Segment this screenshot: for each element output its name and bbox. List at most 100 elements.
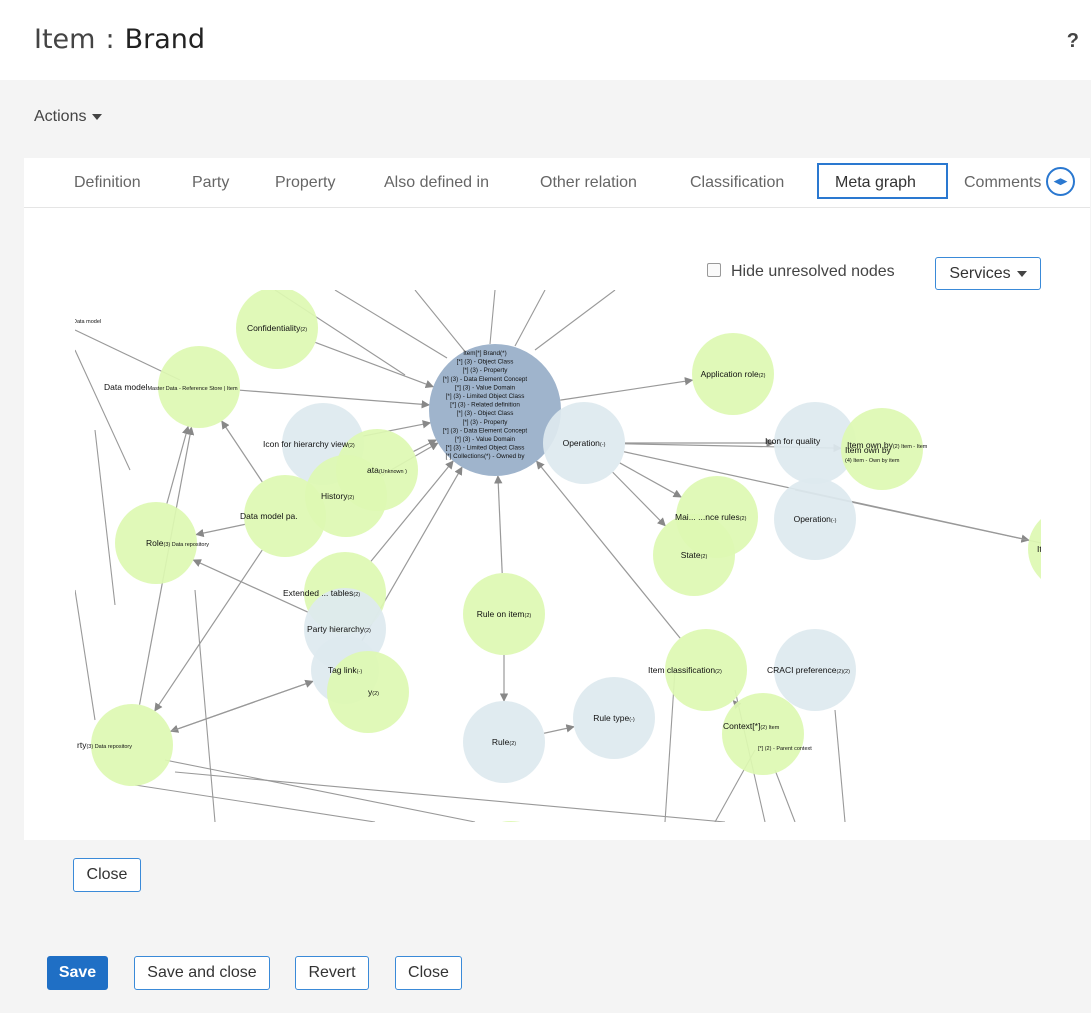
graph-node-label-data-model-pa: Data model pa. — [240, 511, 298, 521]
graph-floating-label: Item own by — [845, 445, 892, 455]
left-right-arrows-icon[interactable]: ◀▶ — [1046, 167, 1075, 196]
revert-button[interactable]: Revert — [295, 956, 369, 990]
graph-node-sublabel-rule-on-item: (2) — [524, 613, 531, 619]
hide-unresolved-checkbox[interactable] — [707, 263, 721, 277]
graph-edge-offscreen-10 — [134, 784, 376, 822]
services-label: Services — [949, 265, 1011, 282]
center-node-line: [*] (3) - Object Class — [457, 410, 514, 417]
graph-edge-offscreen-11 — [164, 759, 476, 822]
graph-node-sublabel-tag-link: (-) — [357, 669, 363, 675]
center-node-line: [*] (3) - Value Domain — [455, 436, 516, 443]
graph-node-sublabel-party: (3) Data repository — [86, 744, 132, 750]
tab-classification[interactable]: Classification — [690, 174, 784, 192]
caret-down-icon — [92, 113, 103, 120]
title-separator: : — [105, 24, 115, 55]
page-header: Item: Brand ? — [0, 0, 1091, 80]
graph-node-sublabel-icon-hierarchy: (2) — [348, 443, 355, 449]
graph-node-sublabel-data-model: Master Data - Reference Store | Item — [147, 386, 237, 392]
center-node-line: [*] (3) - Limited Object Class — [446, 445, 525, 452]
graph-edge-offscreen-12 — [174, 771, 726, 822]
graph-node-sublabel-ata: (Unknown ) — [379, 469, 407, 475]
graph-close-button[interactable]: Close — [73, 858, 141, 892]
graph-node-sublabel-operation-1: (-) — [600, 442, 606, 448]
hide-unresolved-label: Hide unresolved nodes — [731, 263, 895, 280]
tab-definition[interactable]: Definition — [74, 174, 141, 192]
center-node-line: [*] (3) - Value Domain — [455, 384, 516, 391]
graph-edge-offscreen-9 — [75, 589, 96, 721]
item-name: Brand — [124, 24, 205, 55]
graph-edge-operation-1-to-state — [612, 471, 666, 527]
graph-node-sublabel-y-node: (2) — [372, 691, 379, 697]
graph-node-label-item-r: Item r — [1037, 544, 1041, 554]
graph-node-sublabel-history: (2) — [347, 495, 354, 501]
graph-edge-data-model-to-center — [239, 389, 431, 409]
graph-node-label-application-role: Application role(2) — [701, 369, 766, 379]
graph-node-context[interactable] — [722, 693, 804, 775]
graph-node-sublabel-rule: (2) — [509, 741, 516, 747]
graph-node-label-icon-quality: Icon for quality — [765, 436, 821, 446]
graph-floating-label: [*] (2) - Parent context — [758, 746, 812, 752]
center-node-line: [*] (3) - Property — [463, 367, 509, 374]
graph-edge-offscreen-14 — [774, 769, 796, 822]
tab-other-relation[interactable]: Other relation — [540, 174, 637, 192]
graph-edge-center-to-application-role — [560, 377, 694, 401]
graph-node-sublabel-maintenance-rules: (2) — [740, 516, 747, 522]
graph-floating-label: (4) Item - Own by item — [845, 458, 900, 464]
save-button[interactable]: Save — [47, 956, 108, 990]
graph-node-label-operation-1: Operation(-) — [563, 438, 606, 448]
center-node-line: [*] (3) - Property — [463, 419, 509, 426]
center-node-line: [*] Collections(*) - Owned by — [445, 453, 525, 460]
graph-edge-context-to-item-classification — [732, 699, 742, 710]
graph-node-label-confidentiality: Confidentiality(2) — [247, 323, 307, 333]
graph-edge-offscreen-2 — [514, 290, 546, 347]
tab-comments[interactable]: Comments — [964, 174, 1046, 192]
graph-edge-offscreen-7 — [75, 349, 131, 471]
graph-node-sublabel-party-hierarchy: (2) — [364, 628, 371, 634]
page-title: Item: Brand — [34, 24, 205, 55]
graph-edge-rule-on-item-to-center — [494, 475, 503, 574]
graph-node-label-operation-2: Operation(-) — [794, 514, 837, 524]
graph-node-sublabel-state: (2) — [701, 554, 708, 560]
graph-node-sublabel-confidentiality: (2) — [300, 327, 307, 333]
tab-also-defined-in[interactable]: Also defined in — [384, 174, 489, 192]
tab-party[interactable]: Party — [192, 174, 229, 192]
center-node-line: [*] (3) - Related definition — [450, 402, 520, 409]
graph-node-sublabel-application-role: (2) — [759, 373, 766, 379]
center-node-line: [*] (3) - Limited Object Class — [446, 393, 525, 400]
meta-graph-canvas[interactable]: Confidentiality(2) Data model Master Data … — [75, 290, 1041, 822]
help-button[interactable]: ? — [1067, 30, 1079, 53]
graph-edge-rule-to-rule-type — [543, 724, 575, 734]
services-dropdown[interactable]: Services — [935, 257, 1041, 290]
graph-node-sublabel-item-classification: (2) — [715, 669, 722, 675]
save-and-close-button[interactable]: Save and close — [134, 956, 270, 990]
graph-node-sublabel-role: (3) Data repository — [163, 542, 209, 548]
center-node-line: [*] (3) - Data Element Concept — [443, 376, 528, 383]
graph-floating-label: Data model — [75, 319, 101, 325]
graph-node-sublabel-extended-tables: (2) — [353, 592, 360, 598]
graph-edge-offscreen-3 — [534, 290, 616, 351]
hide-unresolved-toggle[interactable]: Hide unresolved nodes — [707, 263, 895, 281]
graph-node-sublabel-craci: (2)(2) — [836, 669, 850, 675]
graph-node-bottom-node[interactable] — [470, 821, 552, 822]
actions-menu-button[interactable]: Actions — [34, 108, 103, 126]
graph-node-label-item-classification: Item classification(2) — [648, 665, 722, 675]
graph-edge-party-to-tag-link — [170, 679, 314, 732]
tab-bar: Definition Party Property Also defined i… — [24, 158, 1090, 208]
graph-node-label-extended-tables: Extended ... tables(2) — [283, 588, 360, 598]
tab-meta-graph[interactable]: Meta graph — [817, 163, 948, 199]
graph-edge-data-model-pa-to-data-model — [221, 420, 263, 483]
graph-node-sublabel-item-own-by: (2) Item - Item — [893, 444, 928, 450]
graph-edge-offscreen-8 — [94, 429, 116, 606]
close-button[interactable]: Close — [395, 956, 462, 990]
graph-node-sublabel-rule-type: (-) — [629, 717, 635, 723]
graph-node-label-rule-on-item: Rule on item(2) — [477, 609, 532, 619]
item-panel: Definition Party Property Also defined i… — [24, 158, 1090, 892]
graph-node-sublabel-operation-2: (-) — [831, 518, 837, 524]
tab-property[interactable]: Property — [275, 174, 335, 192]
graph-node-label-rule-type: Rule type(-) — [593, 713, 635, 723]
graph-edge-offscreen-1 — [489, 290, 496, 345]
caret-down-icon — [1016, 270, 1027, 277]
graph-node-label-party-hierarchy: Party hierarchy(2) — [307, 624, 371, 634]
graph-edge-confidentiality-to-center — [315, 341, 435, 389]
graph-node-sublabel-context: (2) Item — [760, 725, 779, 731]
